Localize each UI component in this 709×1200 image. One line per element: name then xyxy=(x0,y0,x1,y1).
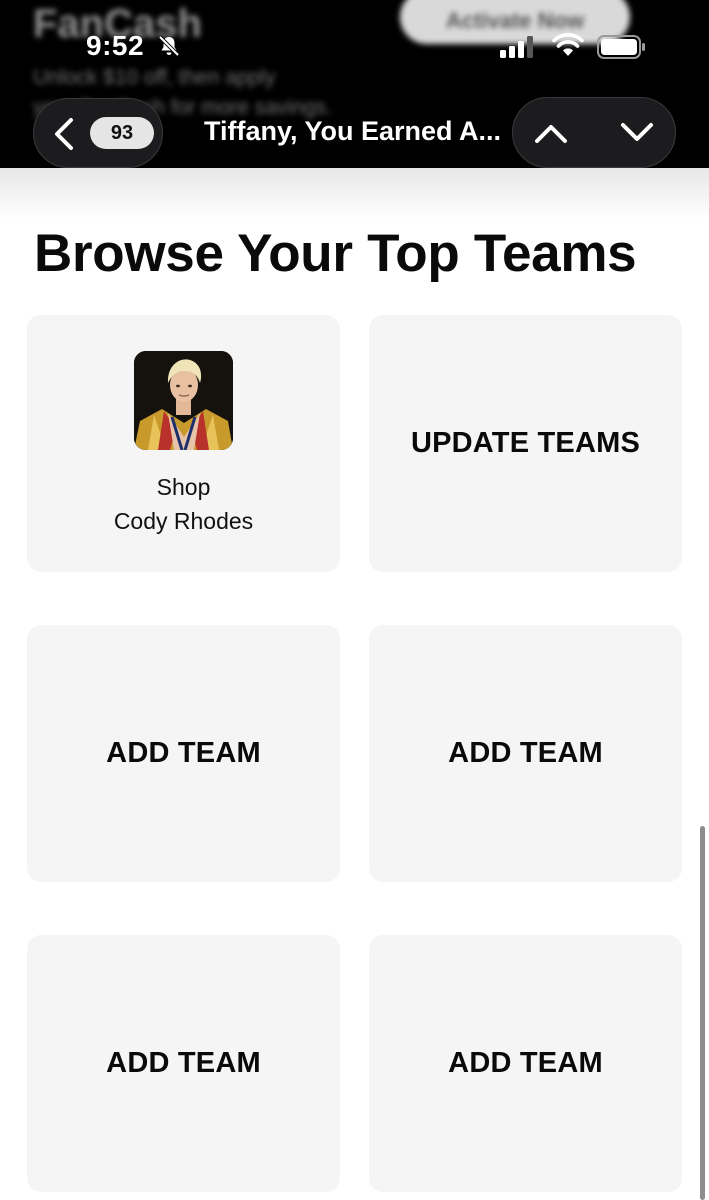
add-team-button[interactable]: ADD TEAM xyxy=(369,935,682,1192)
team-name: Cody Rhodes xyxy=(113,508,254,534)
update-teams-button[interactable]: UPDATE TEAMS xyxy=(369,315,682,572)
add-team-label: ADD TEAM xyxy=(106,737,261,769)
chevron-up-icon[interactable] xyxy=(533,118,569,148)
wrestler-photo xyxy=(134,351,233,450)
silent-bell-icon xyxy=(158,35,180,57)
chevron-down-icon[interactable] xyxy=(619,118,655,148)
add-team-label: ADD TEAM xyxy=(448,1047,603,1079)
message-navigation-control xyxy=(512,97,676,168)
team-avatar xyxy=(134,351,233,450)
shop-team-card[interactable]: Shop Cody Rhodes xyxy=(27,315,340,572)
message-subject-title: Tiffany, You Earned A... xyxy=(204,116,502,146)
header-shadow xyxy=(0,168,709,220)
add-team-button[interactable]: ADD TEAM xyxy=(369,625,682,882)
update-teams-label: UPDATE TEAMS xyxy=(410,427,641,459)
promo-line-1: Unlock $10 off, then apply xyxy=(33,66,276,89)
scroll-indicator[interactable] xyxy=(700,826,705,1200)
section-title: Browse Your Top Teams xyxy=(34,224,637,283)
add-team-button[interactable]: ADD TEAM xyxy=(27,935,340,1192)
add-team-button[interactable]: ADD TEAM xyxy=(27,625,340,882)
unread-count-badge: 93 xyxy=(90,117,154,149)
cellular-signal-icon xyxy=(500,36,533,58)
shop-label: Shop xyxy=(156,474,211,500)
add-team-label: ADD TEAM xyxy=(106,1047,261,1079)
top-header-area: FanCash Unlock $10 off, then apply your … xyxy=(0,0,709,168)
back-button[interactable]: 93 xyxy=(33,98,163,168)
chevron-left-icon xyxy=(55,118,73,150)
battery-icon xyxy=(597,35,645,59)
add-team-label: ADD TEAM xyxy=(448,737,603,769)
status-time: 9:52 xyxy=(86,30,145,61)
email-screen: FanCash Unlock $10 off, then apply your … xyxy=(0,0,709,1200)
wifi-icon xyxy=(552,33,584,56)
